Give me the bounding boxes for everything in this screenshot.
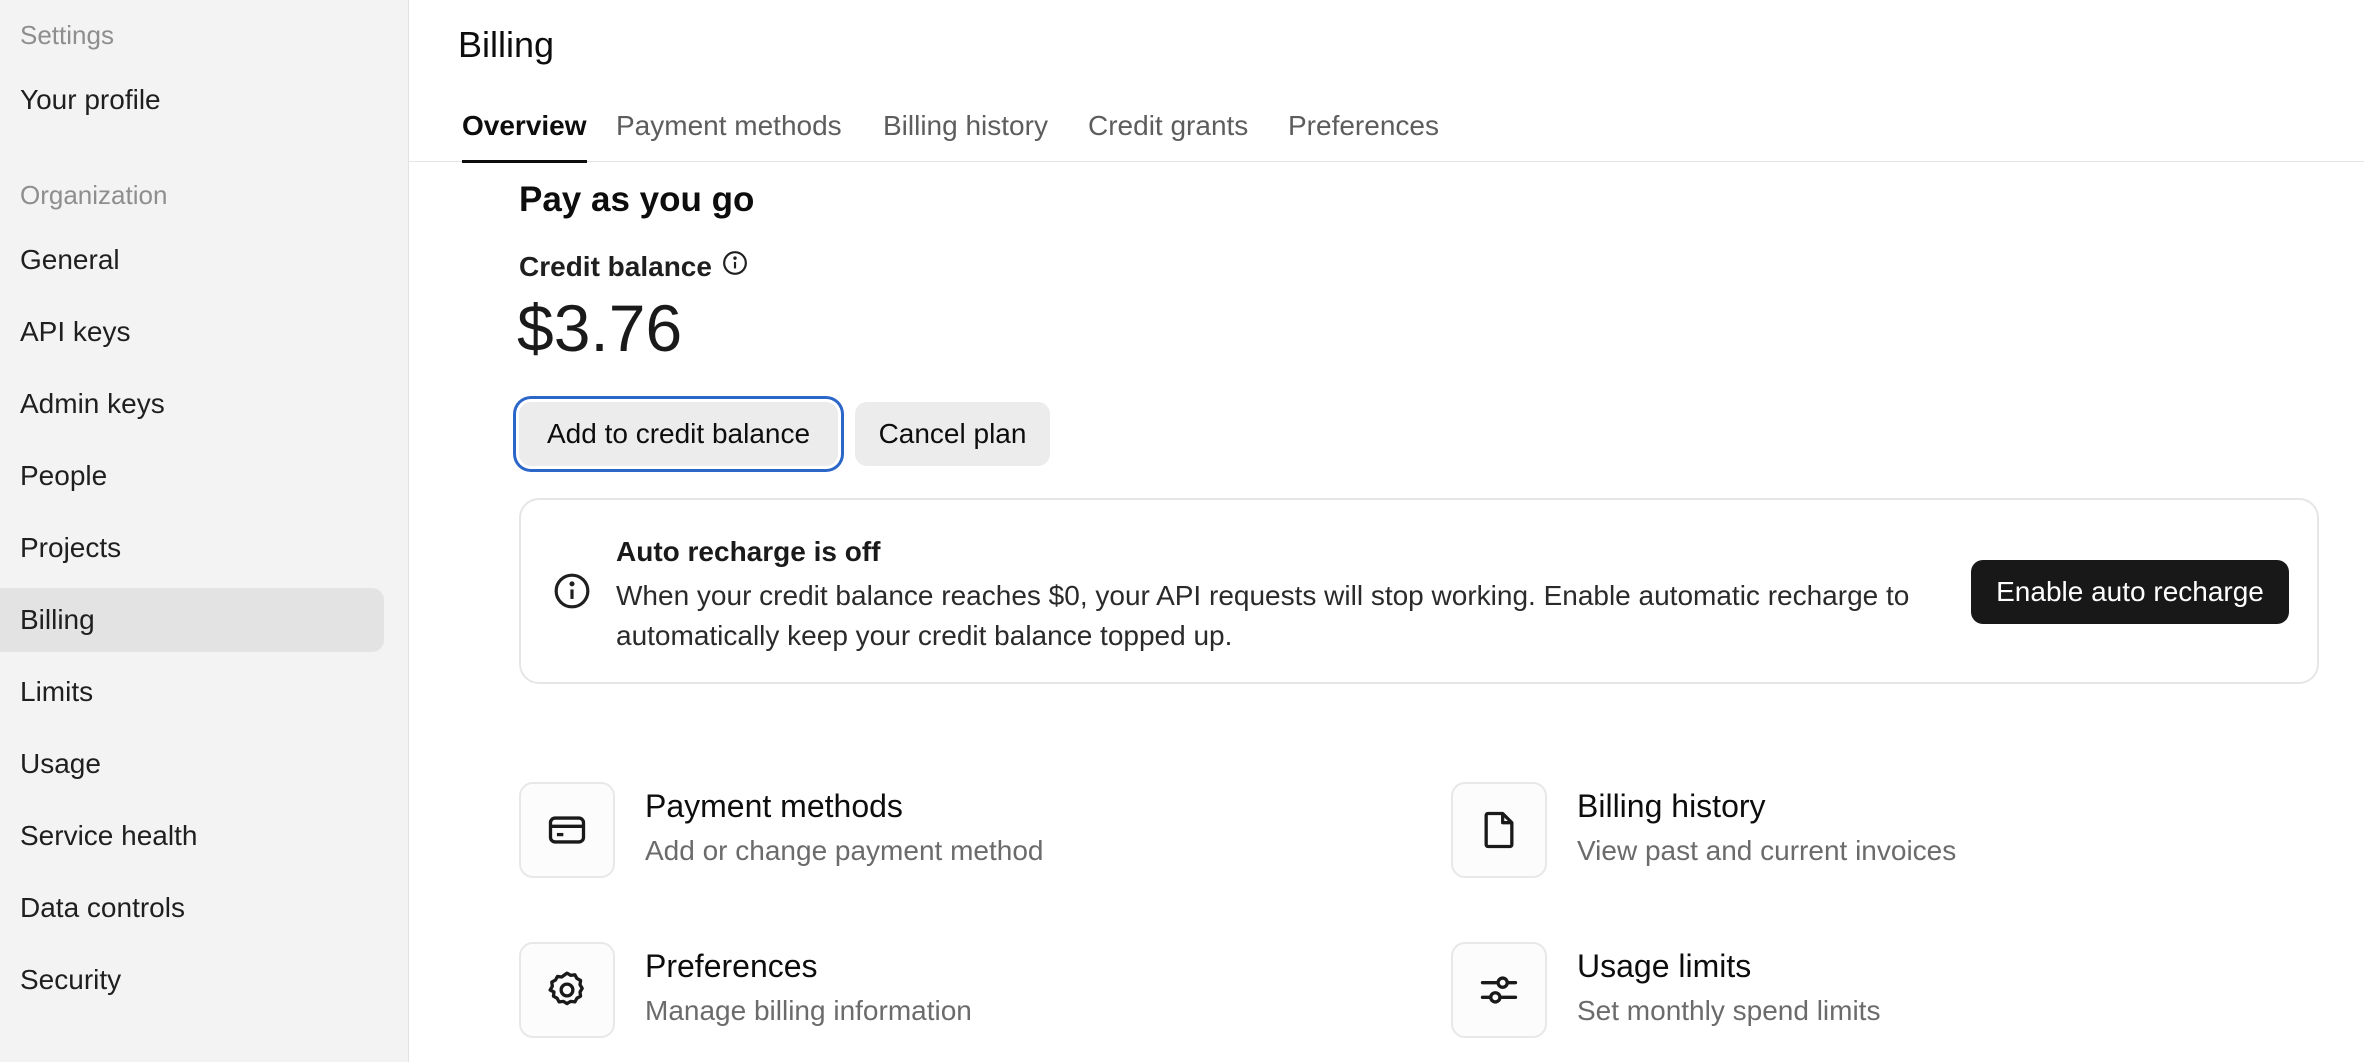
card-subtitle: Add or change payment method	[645, 835, 1044, 866]
info-icon	[553, 572, 591, 615]
sidebar-heading-organization: Organization	[20, 180, 168, 210]
document-icon	[1484, 811, 1514, 849]
sidebar-item-general[interactable]: General	[0, 228, 384, 292]
tab-billing-history[interactable]: Billing history	[883, 110, 1048, 160]
sidebar: Settings Your profile Organization Gener…	[0, 0, 409, 1062]
main-content: Billing Overview Payment methods Billing…	[409, 0, 2364, 1062]
sidebar-item-usage[interactable]: Usage	[0, 732, 384, 796]
preferences-card[interactable]: Preferences Manage billing information	[519, 942, 972, 1038]
sidebar-item-billing[interactable]: Billing	[0, 588, 384, 652]
sidebar-item-api-keys[interactable]: API keys	[0, 300, 384, 364]
card-title: Usage limits	[1577, 948, 1752, 984]
card-text: Preferences Manage billing information	[645, 942, 972, 1027]
tab-credit-grants[interactable]: Credit grants	[1088, 110, 1248, 160]
sidebar-item-limits[interactable]: Limits	[0, 660, 384, 724]
add-to-credit-balance-button[interactable]: Add to credit balance	[519, 402, 838, 466]
credit-balance-label-text: Credit balance	[519, 250, 712, 282]
payment-methods-card[interactable]: Payment methods Add or change payment me…	[519, 782, 1043, 878]
card-subtitle: Manage billing information	[645, 995, 972, 1026]
card-subtitle: Set monthly spend limits	[1577, 995, 1881, 1026]
info-icon[interactable]	[722, 250, 748, 283]
card-title: Payment methods	[645, 788, 903, 824]
plan-title: Pay as you go	[519, 180, 755, 219]
usage-limits-card[interactable]: Usage limits Set monthly spend limits	[1451, 942, 1880, 1038]
billing-history-card[interactable]: Billing history View past and current in…	[1451, 782, 1956, 878]
credit-card-icon	[548, 816, 586, 844]
card-icon-container	[1451, 782, 1547, 878]
sidebar-item-admin-keys[interactable]: Admin keys	[0, 372, 384, 436]
card-icon-container	[519, 942, 615, 1038]
card-text: Billing history View past and current in…	[1577, 782, 1956, 867]
sidebar-item-your-profile[interactable]: Your profile	[0, 68, 384, 132]
sidebar-item-people[interactable]: People	[0, 444, 384, 508]
card-title: Preferences	[645, 948, 818, 984]
tab-overview[interactable]: Overview	[462, 110, 587, 163]
tab-payment-methods[interactable]: Payment methods	[616, 110, 842, 160]
banner-title: Auto recharge is off	[616, 536, 881, 567]
sidebar-item-data-controls[interactable]: Data controls	[0, 876, 384, 940]
enable-auto-recharge-button[interactable]: Enable auto recharge	[1971, 560, 2289, 624]
sliders-icon	[1480, 976, 1518, 1004]
card-icon-container	[519, 782, 615, 878]
credit-balance-amount: $3.76	[517, 291, 683, 365]
sidebar-item-security[interactable]: Security	[0, 948, 384, 1012]
credit-balance-label: Credit balance	[519, 250, 748, 283]
auto-recharge-banner: Auto recharge is off When your credit ba…	[519, 498, 2319, 684]
card-subtitle: View past and current invoices	[1577, 835, 1957, 866]
tab-preferences[interactable]: Preferences	[1288, 110, 1439, 160]
card-title: Billing history	[1577, 788, 1766, 824]
sidebar-item-projects[interactable]: Projects	[0, 516, 384, 580]
card-text: Payment methods Add or change payment me…	[645, 782, 1043, 867]
banner-text: When your credit balance reaches $0, you…	[616, 580, 1910, 651]
sidebar-heading-settings: Settings	[20, 20, 114, 50]
app: Settings Your profile Organization Gener…	[0, 0, 2364, 1062]
sidebar-item-service-health[interactable]: Service health	[0, 804, 384, 868]
page-title: Billing	[458, 24, 555, 65]
card-icon-container	[1451, 942, 1547, 1038]
cancel-plan-button[interactable]: Cancel plan	[855, 402, 1050, 466]
tab-bar: Overview Payment methods Billing history…	[409, 100, 2364, 163]
card-text: Usage limits Set monthly spend limits	[1577, 942, 1880, 1027]
gear-icon	[548, 971, 584, 1006]
